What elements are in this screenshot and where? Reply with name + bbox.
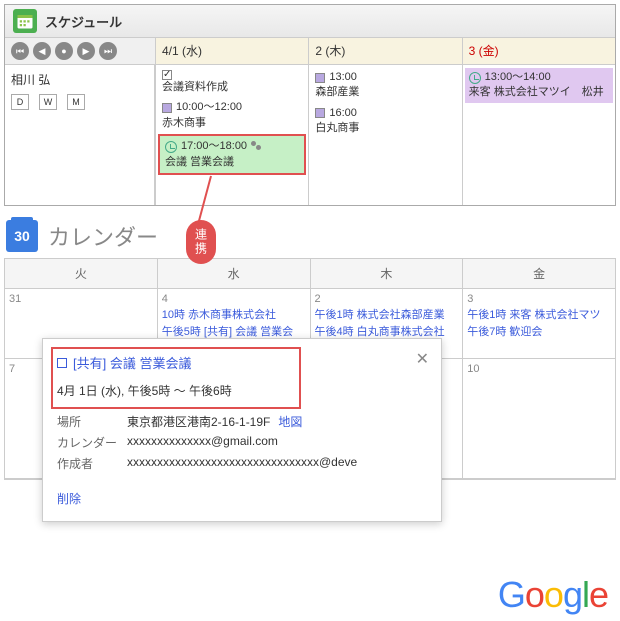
square-icon xyxy=(162,103,172,113)
user-name: 相川 弘 xyxy=(11,71,148,88)
day-header-wed: 4/1 (水) xyxy=(155,38,308,64)
people-icon xyxy=(251,141,263,153)
nav-next-icon[interactable]: ▶ xyxy=(77,42,95,60)
calendar-icon: 30 xyxy=(6,220,38,252)
clock-icon xyxy=(469,72,481,84)
nav-row: ⏮ ◀ ● ▶ ⏭ 4/1 (水) 2 (木) 3 (金) xyxy=(5,38,615,65)
clock-icon xyxy=(165,141,177,153)
calendar-cell[interactable]: 3 午後1時 来客 株式会社マツ 午後7時 歓迎会 xyxy=(463,289,615,358)
day-columns: 会議資料作成 10:00～12:00 赤木商事 17:00～18:00 会議 営… xyxy=(155,65,615,205)
day-headers: 4/1 (水) 2 (木) 3 (金) xyxy=(155,38,615,64)
popup-calendar-value: xxxxxxxxxxxxxx@gmail.com xyxy=(127,434,278,451)
event-item[interactable]: 10:00～12:00 赤木商事 xyxy=(158,98,306,133)
view-buttons: D W M xyxy=(11,94,148,110)
nav-prev-icon[interactable]: ◀ xyxy=(33,42,51,60)
close-icon[interactable]: ✕ xyxy=(416,349,429,369)
popup-location-label: 場所 xyxy=(57,413,127,430)
event-title: 来客 株式会社マツイ 松井 xyxy=(469,85,609,100)
schedule-app-icon xyxy=(13,9,37,33)
event-item[interactable]: 16:00 白丸商事 xyxy=(311,104,459,139)
square-icon xyxy=(315,108,325,118)
popup-creator-row: 作成者 xxxxxxxxxxxxxxxxxxxxxxxxxxxxxxxx@dev… xyxy=(57,455,427,472)
cell-date: 31 xyxy=(9,293,153,305)
schedule-body: 相川 弘 D W M 会議資料作成 10:00～12:00 赤木商事 17:00… xyxy=(5,65,615,205)
event-title: 会議 営業会議 xyxy=(165,155,299,170)
cell-event[interactable]: 午後1時 株式会社森部産業 xyxy=(315,307,459,324)
popup-header: [共有] 会議 営業会議 xyxy=(57,353,427,372)
event-item[interactable]: 会議資料作成 xyxy=(158,68,306,97)
popup-calendar-label: カレンダー xyxy=(57,434,127,451)
day-col-wed: 会議資料作成 10:00～12:00 赤木商事 17:00～18:00 会議 営… xyxy=(155,65,308,205)
day-col-thu: 13:00 森部産業 16:00 白丸商事 xyxy=(308,65,461,205)
delete-link[interactable]: 削除 xyxy=(57,490,81,507)
cell-date: 10 xyxy=(467,363,611,375)
cal-header-thu: 木 xyxy=(311,259,464,288)
cal-header-wed: 水 xyxy=(158,259,311,288)
event-item-highlighted[interactable]: 17:00～18:00 会議 営業会議 xyxy=(158,134,306,175)
schedule-panel: スケジュール ⏮ ◀ ● ▶ ⏭ 4/1 (水) 2 (木) 3 (金) 相川 … xyxy=(4,4,616,206)
nav-first-icon[interactable]: ⏮ xyxy=(11,42,29,60)
event-title: 白丸商事 xyxy=(315,121,455,136)
event-time: 10:00～12:00 xyxy=(176,100,242,115)
view-month-button[interactable]: M xyxy=(67,94,85,110)
cell-date: 2 xyxy=(315,293,459,305)
popup-calendar-row: カレンダー xxxxxxxxxxxxxx@gmail.com xyxy=(57,434,427,451)
cell-date: 3 xyxy=(467,293,611,305)
cell-date: 4 xyxy=(162,293,306,305)
day-header-thu: 2 (木) xyxy=(308,38,461,64)
event-title: 会議資料作成 xyxy=(162,80,302,95)
cal-header-fri: 金 xyxy=(463,259,615,288)
google-logo: Google xyxy=(498,574,608,616)
connector-badge: 連携 xyxy=(186,220,216,264)
popup-creator-value: xxxxxxxxxxxxxxxxxxxxxxxxxxxxxxxx@deve xyxy=(127,455,357,472)
nav-buttons: ⏮ ◀ ● ▶ ⏭ xyxy=(5,38,155,64)
cell-event[interactable]: 午後7時 歓迎会 xyxy=(467,324,611,341)
event-title: 赤木商事 xyxy=(162,116,302,131)
event-time: 16:00 xyxy=(329,106,357,121)
calendar-header: 30 カレンダー xyxy=(4,214,616,258)
popup-location-value: 東京都港区港南2-16-1-19F地図 xyxy=(127,413,302,430)
calendar-cell[interactable]: 10 xyxy=(463,359,615,478)
event-title: 森部産業 xyxy=(315,85,455,100)
event-item[interactable]: 13:00 森部産業 xyxy=(311,68,459,103)
map-link[interactable]: 地図 xyxy=(278,415,302,429)
event-time: 13:00～14:00 xyxy=(485,70,551,85)
nav-today-icon[interactable]: ● xyxy=(55,42,73,60)
calendar-title: カレンダー xyxy=(48,220,158,252)
cell-event[interactable]: 10時 赤木商事株式会社 xyxy=(162,307,306,324)
popup-time: 4月 1日 (水), 午後5時 ～ 午後6時 xyxy=(57,382,427,399)
nav-last-icon[interactable]: ⏭ xyxy=(99,42,117,60)
schedule-title: スケジュール xyxy=(45,12,122,31)
calendar-day-headers: 火 水 木 金 xyxy=(5,259,615,289)
event-time: 13:00 xyxy=(329,70,357,85)
view-week-button[interactable]: W xyxy=(39,94,57,110)
cell-event[interactable]: 午後1時 来客 株式会社マツ xyxy=(467,307,611,324)
popup-title[interactable]: [共有] 会議 営業会議 xyxy=(73,353,191,372)
schedule-header: スケジュール xyxy=(5,5,615,38)
square-icon xyxy=(57,358,67,368)
user-column: 相川 弘 D W M xyxy=(5,65,155,205)
view-day-button[interactable]: D xyxy=(11,94,29,110)
square-icon xyxy=(315,73,325,83)
day-col-fri: 13:00～14:00 来客 株式会社マツイ 松井 xyxy=(462,65,615,205)
event-popup: ✕ [共有] 会議 営業会議 4月 1日 (水), 午後5時 ～ 午後6時 場所… xyxy=(42,338,442,522)
popup-creator-label: 作成者 xyxy=(57,455,127,472)
cal-header-tue: 火 xyxy=(5,259,158,288)
popup-location-row: 場所 東京都港区港南2-16-1-19F地図 xyxy=(57,413,427,430)
event-time: 17:00～18:00 xyxy=(181,139,247,154)
check-icon xyxy=(162,70,172,80)
day-header-fri: 3 (金) xyxy=(462,38,615,64)
event-item[interactable]: 13:00～14:00 来客 株式会社マツイ 松井 xyxy=(465,68,613,103)
